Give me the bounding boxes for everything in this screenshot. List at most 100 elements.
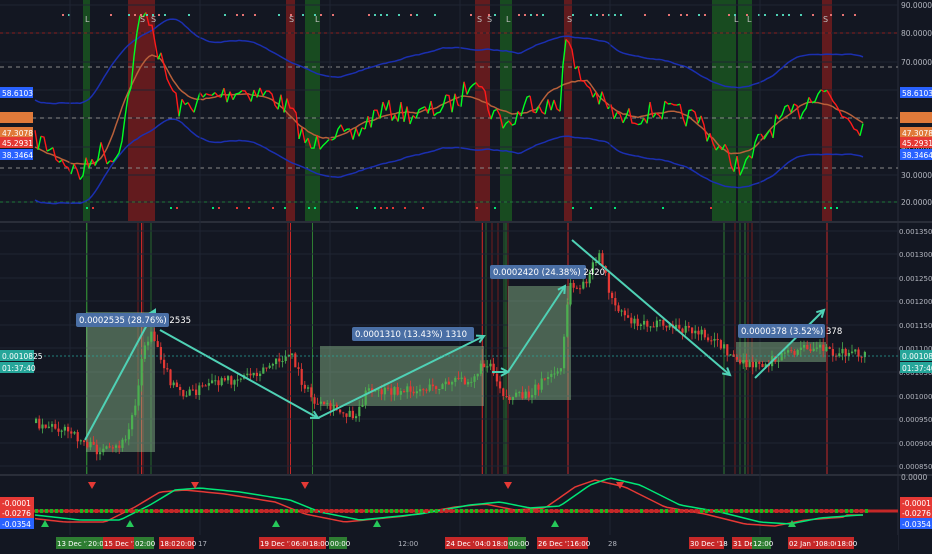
oscillator-bar xyxy=(115,509,118,513)
candle-body xyxy=(345,413,347,416)
candle-body xyxy=(710,340,712,341)
measure-box-2[interactable] xyxy=(508,286,571,400)
signal-dot-top xyxy=(110,14,112,16)
oscillator-bar xyxy=(125,509,128,513)
candle-body xyxy=(480,364,482,374)
signal-dot-bottom xyxy=(494,207,496,209)
candle-body xyxy=(317,404,319,405)
candle-body xyxy=(86,442,88,447)
signal-dot-top xyxy=(668,14,670,16)
signal-dot-top xyxy=(590,14,592,16)
oscillator-bar xyxy=(595,509,598,513)
oscillator-bar xyxy=(705,509,708,513)
trading-chart[interactable]: LSSSLSSLSLLS 0.0002535 (28.76%) 25350.00… xyxy=(0,0,932,550)
oscillator-bar xyxy=(375,509,378,513)
osc-badge-left-2: -0.0354 xyxy=(2,520,31,529)
oscillator-bar xyxy=(645,509,648,513)
oscillator-bar xyxy=(745,509,748,513)
oscillator-bar xyxy=(425,509,428,513)
oscillator-bar xyxy=(835,509,838,513)
signal-marker-s-2: S xyxy=(151,15,156,24)
candle-body xyxy=(365,391,367,405)
time-axis-label-3[interactable]: 02:00 xyxy=(135,540,155,548)
signal-dot-bottom xyxy=(272,207,274,209)
time-axis[interactable]: 13 Dec '1820:0015 Dec '1802:0018:0020:00… xyxy=(56,537,857,549)
candle-body xyxy=(38,419,40,429)
candle-body xyxy=(451,382,453,385)
oscillator-bar xyxy=(465,509,468,513)
oscillator-bar xyxy=(215,509,218,513)
candle-body xyxy=(793,351,795,355)
candle-body xyxy=(486,366,488,367)
rsi-badge-right-3: 38.3464 xyxy=(902,151,932,160)
oscillator-bar xyxy=(345,509,348,513)
candle-body xyxy=(189,389,191,395)
time-axis-label-6[interactable]: 17 xyxy=(198,540,207,548)
oscillator-bar xyxy=(395,509,398,513)
candle-body xyxy=(125,439,127,440)
candle-body xyxy=(368,388,370,390)
candle-body xyxy=(697,331,699,335)
candle-body xyxy=(131,415,133,429)
oscillator-bar xyxy=(80,509,83,513)
oscillator-bar xyxy=(680,509,683,513)
candle-body xyxy=(70,431,72,433)
time-axis-label-17[interactable]: 16:00 xyxy=(570,540,590,548)
oscillator-bar xyxy=(710,509,713,513)
chart-canvas[interactable]: LSSSLSSLSLLS 0.0002535 (28.76%) 25350.00… xyxy=(0,0,932,550)
candle-body xyxy=(659,320,661,321)
candle-body xyxy=(323,402,325,404)
oscillator-bar xyxy=(205,509,208,513)
time-axis-label-15[interactable]: 00:00 xyxy=(509,540,529,548)
candle-body xyxy=(301,369,303,385)
oscillator-bar xyxy=(275,509,278,513)
candle-body xyxy=(573,283,575,288)
oscillator-axis[interactable]: 0.0000 xyxy=(901,473,927,482)
candle-body xyxy=(397,387,399,395)
candle-body xyxy=(477,374,479,377)
oscillator-bar xyxy=(690,509,693,513)
candle-body xyxy=(643,321,645,325)
oscillator-bar xyxy=(435,509,438,513)
candle-body xyxy=(688,326,690,328)
oscillator-bar xyxy=(735,509,738,513)
oscillator-bar xyxy=(105,509,108,513)
candle-body xyxy=(432,385,434,387)
time-axis-label-19[interactable]: 30 Dec '18 xyxy=(690,540,728,548)
oscillator-bar xyxy=(640,509,643,513)
candle-body xyxy=(112,447,114,448)
candle-body xyxy=(797,350,799,355)
oscillator-bar xyxy=(715,509,718,513)
candle-body xyxy=(83,440,85,442)
candle-body xyxy=(310,387,312,397)
signal-dot-top xyxy=(134,14,136,16)
time-axis-label-18[interactable]: 28 xyxy=(608,540,617,548)
candle-body xyxy=(275,359,277,365)
oscillator-bar xyxy=(280,509,283,513)
time-axis-label-5[interactable]: 20:00 xyxy=(176,540,196,548)
oscillator-bar xyxy=(150,509,153,513)
time-axis-label-24[interactable]: 18:00 xyxy=(837,540,857,548)
candle-body xyxy=(109,446,111,447)
time-axis-label-10[interactable]: 00:00 xyxy=(330,540,350,548)
rsi-badge-left-0: 58.6103 xyxy=(2,89,33,98)
candle-body xyxy=(806,345,808,349)
oscillator-bar xyxy=(405,509,408,513)
time-axis-label-21[interactable]: 12:00 xyxy=(753,540,773,548)
time-axis-label-11[interactable]: 12:00 xyxy=(398,540,418,548)
candle-body xyxy=(217,380,219,385)
measure-label-2: 0.0002420 (24.38%) 2420 xyxy=(493,268,605,278)
candle-body xyxy=(153,332,155,341)
candle-body xyxy=(179,387,181,390)
candle-body xyxy=(445,382,447,385)
candle-body xyxy=(214,380,216,381)
time-axis-label-9[interactable]: 18:00 xyxy=(309,540,329,548)
oscillator-bar xyxy=(170,509,173,513)
oscillator-bar xyxy=(305,509,308,513)
candle-body xyxy=(787,350,789,352)
price-badge-right-0: 0.0010825 xyxy=(902,352,932,361)
oscillator-bar xyxy=(235,509,238,513)
measure-box-0[interactable] xyxy=(86,312,155,452)
oscillator-bar xyxy=(810,509,813,513)
oscillator-bar xyxy=(390,509,393,513)
